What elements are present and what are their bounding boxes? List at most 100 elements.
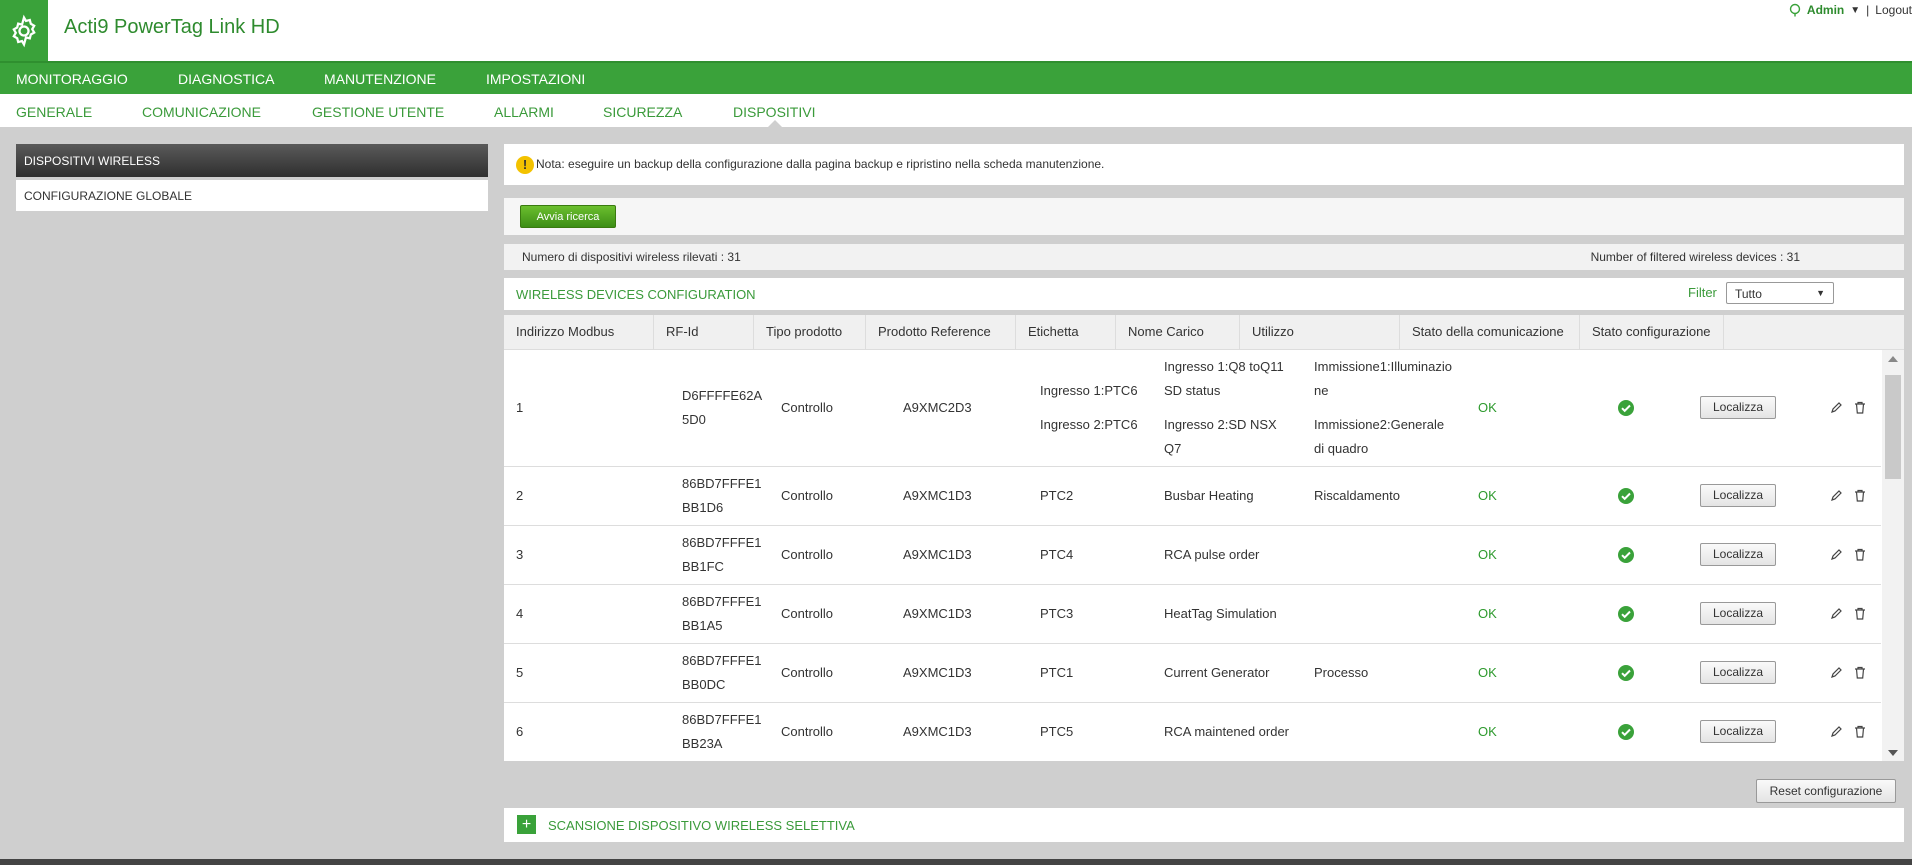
table-row[interactable]: 2 86BD7FFFE1 BB1D6 Controllo A9XMC1D3 PT… [504,467,1881,526]
sidebar-item-label: CONFIGURAZIONE GLOBALE [24,189,193,203]
column-header[interactable]: Indirizzo Modbus [504,315,654,349]
search-panel: Avvia ricerca [504,198,1904,235]
trash-icon[interactable] [1854,401,1866,414]
config-panel: WIRELESS DEVICES CONFIGURATION Filter Tu… [504,278,1904,310]
chevron-down-icon[interactable]: ▼ [1850,5,1860,16]
edit-icon[interactable] [1830,725,1843,738]
edit-icon[interactable] [1830,607,1843,620]
locate-button[interactable]: Localizza [1700,484,1776,507]
tab-monitoraggio[interactable]: MONITORAGGIO [16,71,128,87]
trash-icon[interactable] [1854,607,1866,620]
column-header[interactable]: Prodotto Reference [866,315,1016,349]
edit-icon[interactable] [1830,548,1843,561]
filter-value: Tutto [1735,287,1762,301]
modbus-address: 3 [516,547,524,562]
table-row[interactable]: 3 86BD7FFFE1 BB1FC Controllo A9XMC1D3 PT… [504,526,1881,585]
section-title: WIRELESS DEVICES CONFIGURATION [516,287,756,302]
plus-icon[interactable]: + [517,815,536,834]
filter-label: Filter [1688,285,1717,300]
check-icon [1618,665,1634,681]
subtab-allarmi[interactable]: ALLARMI [494,104,554,120]
modbus-address: 1 [516,400,524,415]
scroll-down-arrow-icon[interactable] [1888,750,1898,756]
table-row[interactable]: 4 86BD7FFFE1 BB1A5 Controllo A9XMC1D3 PT… [504,585,1881,644]
separator: | [1866,3,1870,17]
subtab-dispositivi[interactable]: DISPOSITIVI [733,104,815,120]
edit-icon[interactable] [1830,666,1843,679]
label: PTC2 [1040,488,1074,503]
product-reference: A9XMC1D3 [903,665,972,680]
usage: Immissione2:Generale [1314,417,1445,432]
table-row[interactable]: 6 86BD7FFFE1 BB23A Controllo A9XMC1D3 PT… [504,703,1881,761]
communication-status: OK [1478,488,1497,503]
start-search-button[interactable]: Avvia ricerca [520,205,616,228]
product-type: Controllo [781,547,834,562]
product-reference: A9XMC1D3 [903,606,972,621]
trash-icon[interactable] [1854,666,1866,679]
locate-button[interactable]: Localizza [1700,602,1776,625]
app-title: Acti9 PowerTag Link HD [64,16,280,38]
main-nav: MONITORAGGIO DIAGNOSTICA MANUTENZIONE IM… [0,61,1912,94]
scrollbar-thumb[interactable] [1885,375,1901,479]
trash-icon[interactable] [1854,725,1866,738]
locate-button[interactable]: Localizza [1700,661,1776,684]
scroll-up-arrow-icon[interactable] [1888,356,1898,362]
table-body: 1 D6FFFFE62A 5D0 Controllo A9XMC2D3 Ingr… [504,350,1881,761]
subtab-generale[interactable]: GENERALE [16,104,92,120]
rf-id: BB1FC [682,559,724,574]
column-header[interactable]: Tipo prodotto [754,315,866,349]
product-type: Controllo [781,665,834,680]
subtab-comunicazione[interactable]: COMUNICAZIONE [142,104,261,120]
label: PTC4 [1040,547,1074,562]
product-type: Controllo [781,400,834,415]
locate-button[interactable]: Localizza [1700,396,1776,419]
subtab-sicurezza[interactable]: SICUREZZA [603,104,682,120]
load-name: Q7 [1164,441,1182,456]
rf-id: 5D0 [682,412,706,427]
check-icon [1618,724,1634,740]
locate-button[interactable]: Localizza [1700,720,1776,743]
reset-configuration-button[interactable]: Reset configurazione [1756,779,1896,803]
selective-scan-label[interactable]: SCANSIONE DISPOSITIVO WIRELESS SELETTIVA [548,818,855,833]
column-header[interactable]: Etichetta [1016,315,1116,349]
load-name: RCA pulse order [1164,547,1260,562]
selective-scan-panel[interactable]: + SCANSIONE DISPOSITIVO WIRELESS SELETTI… [504,808,1904,842]
label: PTC3 [1040,606,1074,621]
load-name: RCA maintened order [1164,724,1290,739]
filtered-count: Number of filtered wireless devices : 31 [1590,250,1800,264]
filter-select[interactable]: Tutto ▼ [1726,282,1834,304]
tab-diagnostica[interactable]: DIAGNOSTICA [178,71,274,87]
load-name: Busbar Heating [1164,488,1254,503]
rf-id: BB1D6 [682,500,724,515]
table-scrollbar[interactable] [1882,350,1904,761]
logout-link[interactable]: Logout [1875,3,1912,17]
subtab-gestione-utente[interactable]: GESTIONE UTENTE [312,104,444,120]
table-row[interactable]: 5 86BD7FFFE1 BB0DC Controllo A9XMC1D3 PT… [504,644,1881,703]
product-type: Controllo [781,724,834,739]
sidebar-item-configurazione-globale[interactable]: CONFIGURAZIONE GLOBALE [16,180,488,211]
modbus-address: 5 [516,665,524,680]
edit-icon[interactable] [1830,401,1843,414]
product-reference: A9XMC1D3 [903,724,972,739]
product-reference: A9XMC2D3 [903,400,972,415]
user-icon [1789,3,1801,17]
trash-icon[interactable] [1854,489,1866,502]
column-header[interactable]: Nome Carico [1116,315,1240,349]
rf-id: BB23A [682,736,723,751]
rf-id: 86BD7FFFE1 [682,476,762,491]
table-header: Indirizzo Modbus RF-Id Tipo prodotto Pro… [504,315,1904,350]
table-row[interactable]: 1 D6FFFFE62A 5D0 Controllo A9XMC2D3 Ingr… [504,350,1881,467]
user-name[interactable]: Admin [1807,3,1844,17]
locate-button[interactable]: Localizza [1700,543,1776,566]
column-header[interactable]: Stato della comunicazione [1400,315,1580,349]
sidebar-item-dispositivi-wireless[interactable]: DISPOSITIVI WIRELESS [16,144,488,177]
edit-icon[interactable] [1830,489,1843,502]
column-header[interactable]: Stato configurazione [1580,315,1724,349]
user-menu[interactable]: Admin ▼ | Logout [1789,3,1912,17]
tab-manutenzione[interactable]: MANUTENZIONE [324,71,436,87]
column-header[interactable]: Utilizzo [1240,315,1400,349]
trash-icon[interactable] [1854,548,1866,561]
load-name: Ingresso 1:Q8 toQ11 [1164,359,1284,374]
column-header[interactable]: RF-Id [654,315,754,349]
tab-impostazioni[interactable]: IMPOSTAZIONI [486,71,585,87]
